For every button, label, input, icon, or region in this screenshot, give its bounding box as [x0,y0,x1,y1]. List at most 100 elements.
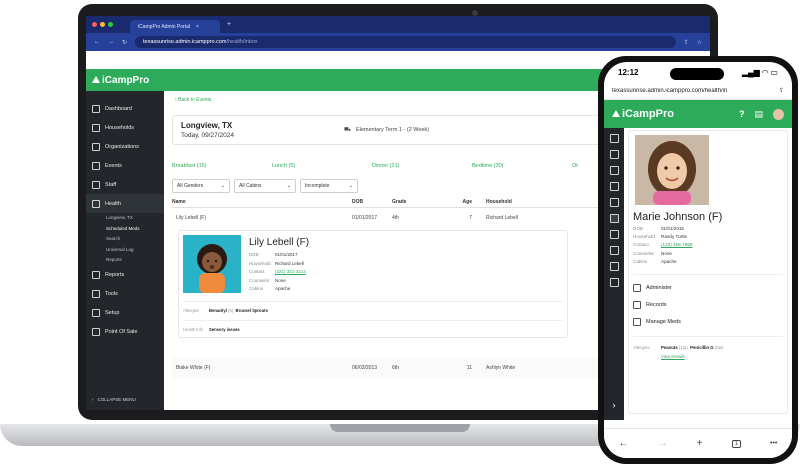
back-arrow-icon[interactable]: ← [94,39,100,45]
binoculars-icon [92,123,100,132]
app-logo-text[interactable]: iCampPro [102,75,149,86]
staff-icon[interactable] [609,198,619,207]
column-grade[interactable]: Grade [392,199,452,205]
new-tab-plus-icon[interactable]: + [697,438,703,449]
close-icon[interactable]: × [196,24,199,30]
tab-count-badge[interactable]: 1 [731,439,741,448]
sidebar-item-staff[interactable]: Staff [86,175,164,194]
records-button[interactable]: Records [633,296,783,313]
sidebar-item-point-of-sale[interactable]: Point Of Sale [86,323,164,342]
forward-arrow-icon[interactable]: → [658,438,668,449]
sidebar-subitem-location[interactable]: Longview, TX [86,213,164,224]
contact-phone-link[interactable]: (123) 456-7899 [661,242,692,247]
organizations-icon[interactable] [609,166,619,175]
avatar[interactable] [773,108,784,120]
camper-health-summary: Allergies Benadryl (5) Brussel Sprouts He… [183,301,563,335]
new-tab-button[interactable]: + [227,21,231,28]
field-label: Contact [249,269,265,274]
field-label: Household [249,260,271,266]
cabin-select[interactable]: All Cabins ⌄ [234,179,296,193]
manage-meds-button[interactable]: Manage Meds [633,313,783,330]
sidebar-item-reports[interactable]: Reports [86,266,164,285]
help-icon[interactable]: ? [739,109,745,119]
url-input[interactable]: texassunrise.admin.icamppro.com/health/i… [135,36,676,48]
clipboard-icon[interactable]: ▤ [754,109,763,120]
back-arrow-icon[interactable]: ← [619,438,629,449]
sidebar-item-events[interactable]: Events [86,156,164,175]
tab-lunch[interactable]: Lunch (5) [272,163,372,175]
households-icon[interactable] [609,150,619,159]
close-window-dot[interactable] [92,22,97,27]
administer-button[interactable]: Administer [633,279,783,296]
row-age: 7 [469,215,472,221]
tab-other[interactable]: Ot [572,163,592,175]
view-details-link[interactable]: View Details [633,352,783,361]
sidebar-item-label: Setup [105,310,120,316]
collapse-menu-button[interactable]: ‹ COLLAPSE MENU [92,397,136,402]
contact-phone-link[interactable]: (321) 321-3214 [275,269,306,274]
health-info-value: Sensory issues [209,327,240,332]
share-icon[interactable]: ⇪ [779,87,784,94]
sidebar-item-dashboard[interactable]: Dashboard [86,99,164,118]
sidebar-item-tools[interactable]: Tools [86,285,164,304]
url-host: texassunrise.admin.icamppro.com [143,39,227,45]
sidebar-item-health[interactable]: Health [86,194,164,213]
sidebar-item-households[interactable]: Households [86,118,164,137]
field-value: Richard Lebell [275,260,304,266]
phone-frame: 12:12 ▂▄▆ ◠ ▭ texassunrise.admin.icamppr… [598,56,798,464]
column-dob[interactable]: DOB [352,199,392,205]
sidebar-subitem-search[interactable]: Search [86,234,164,245]
tab-dinner[interactable]: Dinner (21) [372,163,472,175]
field-label: DOB [249,252,259,257]
forward-arrow-icon[interactable]: → [108,39,114,45]
health-house-icon[interactable] [609,214,619,223]
bus-icon: ⛟ [344,126,351,133]
camper-name: Lily Lebell (F) [249,237,309,248]
tab-bedtime[interactable]: Bedtime (30) [472,163,572,175]
url-path: /health/inbox [226,39,258,45]
sidebar-item-organizations[interactable]: Organizations [86,137,164,156]
sidebar-subitem-universal-log[interactable]: Universal Log [86,245,164,256]
share-icon[interactable]: ⇪ [684,39,689,46]
phone-screen: 12:12 ▂▄▆ ◠ ▭ texassunrise.admin.icamppr… [604,62,792,458]
column-name[interactable]: Name [172,199,352,205]
chevron-down-icon: ⌄ [348,183,353,189]
events-icon[interactable] [609,182,619,191]
allergy-item: Penicillin G [690,345,714,351]
syringe-icon [633,283,641,292]
column-household[interactable]: Household [472,199,572,205]
camper-name-text: Lily Lebell [249,237,294,248]
more-options-icon[interactable]: ••• [770,440,777,447]
browser-tab[interactable]: iCampPro Admin Portal × [130,20,220,33]
row-grade: 6th [392,365,399,371]
phone-camper-photo [635,135,709,205]
phone-app-logo-text[interactable]: iCampPro [622,108,739,120]
expand-menu-chevron-icon[interactable]: › [613,400,616,410]
sidebar-subitem-scheduled-meds[interactable]: Scheduled Meds [86,224,164,235]
maximize-window-dot[interactable] [108,22,113,27]
row-name: Lily Lebell (F) [176,215,207,221]
phone-camper-fields: DOB 01/01/2015 Household Randy Turtle Cont… [633,225,783,266]
sidebar-item-label: Reports [105,272,125,278]
tent-icon[interactable] [609,262,619,271]
reports-icon[interactable] [609,230,619,239]
binoculars-icon[interactable] [609,134,619,143]
phone-url-bar[interactable]: texassunrise.admin.icamppro.com/health/i… [604,82,792,100]
row-grade: 4th [392,215,399,221]
events-icon [92,161,100,170]
register-icon[interactable] [609,278,619,287]
sidebar-subitem-reports[interactable]: Reports [86,255,164,266]
event-location: Longview, TX [181,121,233,130]
field-label: Cabins [633,258,648,264]
reload-icon[interactable]: ↻ [122,39,127,46]
tab-breakfast[interactable]: Breakfast (15) [172,163,272,175]
sidebar-item-setup[interactable]: Setup [86,304,164,323]
bookmark-star-icon[interactable]: ☆ [697,39,702,46]
gender-select-value: All Genders [177,183,204,189]
minimize-window-dot[interactable] [100,22,105,27]
column-age[interactable]: Age [452,199,472,205]
status-select[interactable]: Incomplete ⌄ [300,179,358,193]
tools-icon[interactable] [609,246,619,255]
gender-select[interactable]: All Genders ⌄ [172,179,230,193]
records-label: Records [646,301,667,308]
